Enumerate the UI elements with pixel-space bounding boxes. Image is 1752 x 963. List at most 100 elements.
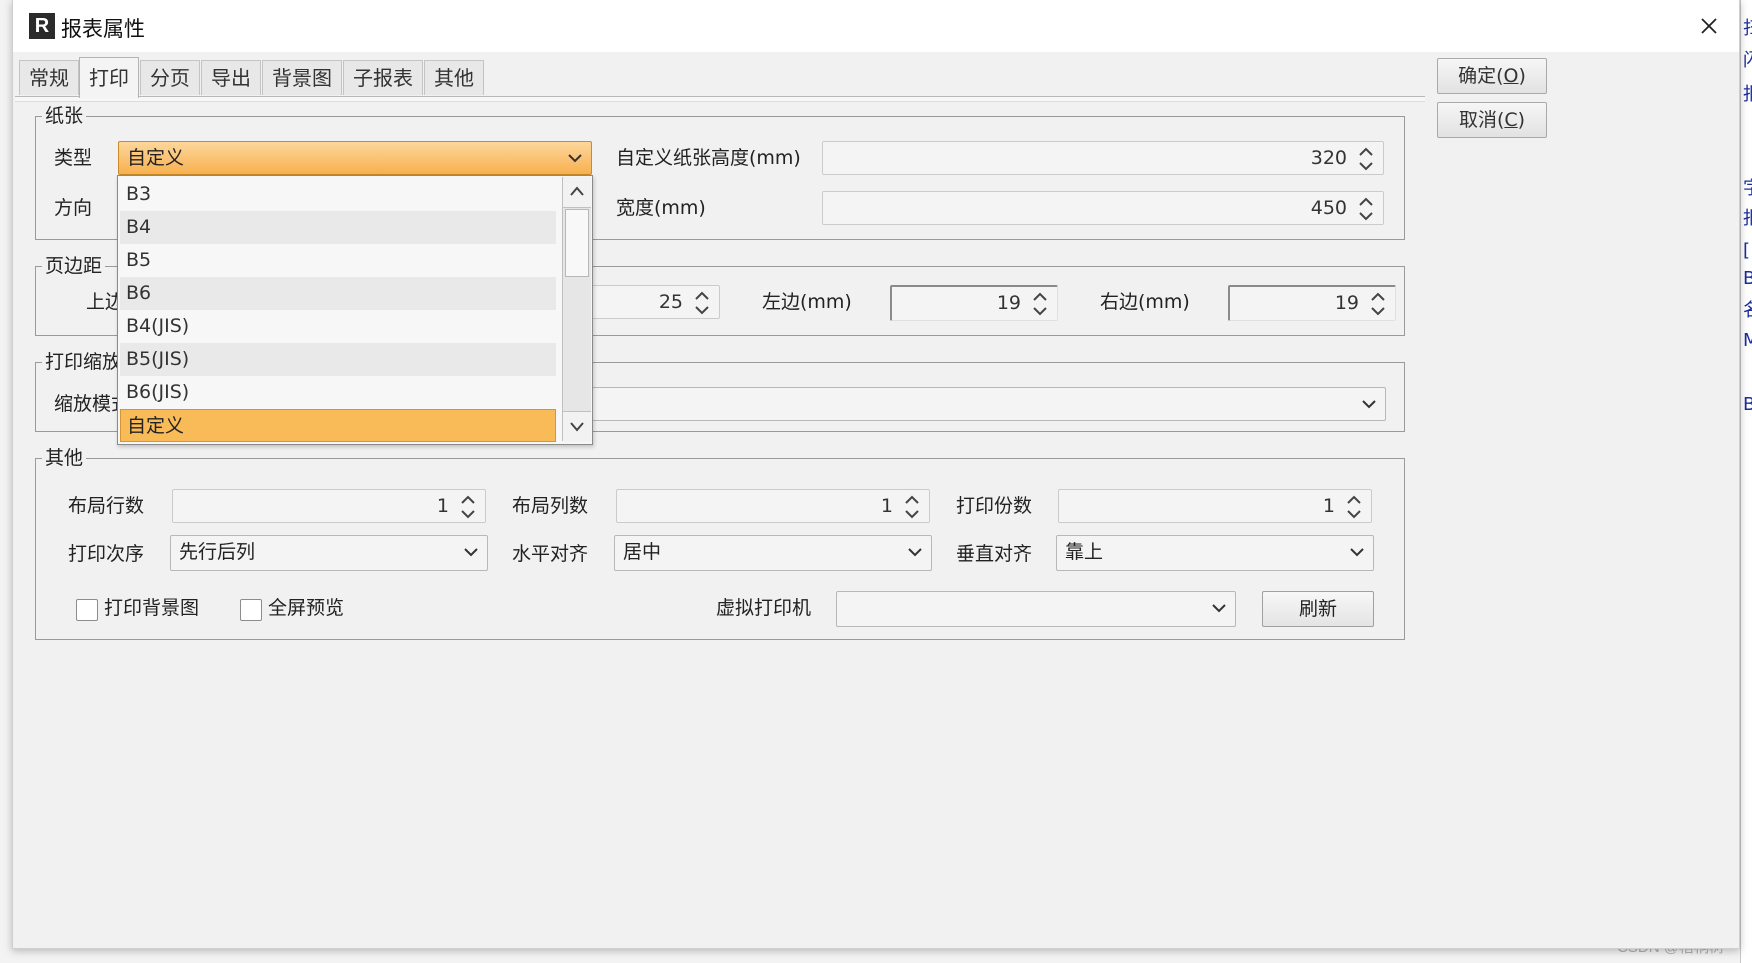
background-char: 扫	[1743, 20, 1752, 38]
spinner-arrows-icon[interactable]	[1355, 195, 1377, 223]
layout-cols-value: 1	[880, 495, 893, 517]
ok-label: 确定(	[1458, 65, 1504, 87]
layout-rows-spinner[interactable]: 1	[172, 489, 486, 523]
dropdown-option-custom[interactable]: 自定义	[120, 409, 556, 442]
cancel-label-tail: )	[1517, 109, 1526, 131]
dialog-title: 报表属性	[61, 17, 145, 41]
print-background-checkbox[interactable]	[76, 599, 98, 621]
spinner-arrows-icon[interactable]	[457, 493, 479, 521]
print-order-label: 打印次序	[68, 543, 145, 565]
paper-height-label: 自定义纸张高度(mm)	[616, 147, 801, 169]
chevron-down-icon	[464, 548, 478, 557]
background-char: 报	[1743, 86, 1752, 104]
scroll-thumb[interactable]	[565, 209, 589, 277]
fullscreen-preview-label: 全屏预览	[268, 597, 345, 619]
close-icon	[1701, 18, 1717, 34]
cancel-label: 取消(	[1458, 109, 1505, 131]
background-char: 闪	[1743, 52, 1752, 70]
right-margin-label: 右边(mm)	[1100, 291, 1190, 313]
scroll-up-button[interactable]	[563, 177, 591, 208]
scroll-down-button[interactable]	[563, 411, 591, 442]
background-char: 字	[1743, 180, 1752, 198]
other-group-title: 其他	[42, 446, 87, 470]
tab-paging[interactable]: 分页	[140, 60, 200, 95]
layout-cols-label: 布局列数	[512, 495, 589, 517]
print-order-select[interactable]: 先行后列	[170, 535, 488, 571]
horizontal-align-label: 水平对齐	[512, 543, 589, 565]
cancel-accelerator: C	[1504, 109, 1518, 131]
dropdown-option-b4-jis[interactable]: B4(JIS)	[120, 310, 556, 343]
vertical-align-label: 垂直对齐	[956, 543, 1033, 565]
app-icon: R	[29, 13, 55, 39]
scale-mode-select[interactable]	[476, 387, 1386, 421]
background-char: B	[1743, 268, 1752, 289]
paper-type-dropdown: B3 B4 B5 B6 B4(JIS) B5(JIS) B6(JIS) 自定义	[117, 175, 593, 445]
dropdown-option-b5[interactable]: B5	[120, 244, 556, 277]
chevron-down-icon	[908, 548, 922, 557]
vertical-align-select[interactable]: 靠上	[1056, 535, 1374, 571]
top-margin-value: 25	[658, 291, 683, 313]
tab-background[interactable]: 背景图	[262, 60, 342, 95]
paper-height-spinner[interactable]: 320	[822, 141, 1384, 175]
dropdown-option-b5-jis[interactable]: B5(JIS)	[120, 343, 556, 376]
horizontal-align-value: 居中	[623, 541, 662, 563]
chevron-down-icon	[1350, 548, 1364, 557]
print-order-value: 先行后列	[179, 541, 256, 563]
tab-export[interactable]: 导出	[201, 60, 261, 95]
copies-value: 1	[1322, 495, 1335, 517]
report-properties-dialog: R 报表属性 常规 打印 分页 导出 背景图 子报表 其他 确定(O) 取消(C…	[12, 0, 1740, 949]
ok-button[interactable]: 确定(O)	[1437, 58, 1547, 94]
dropdown-scrollbar[interactable]	[562, 177, 591, 442]
background-char: 报	[1743, 210, 1752, 228]
chevron-down-icon	[568, 154, 582, 163]
copies-label: 打印份数	[956, 495, 1033, 517]
background-char: B	[1743, 394, 1752, 415]
ok-label-tail: )	[1518, 65, 1526, 87]
chevron-down-icon	[1362, 400, 1376, 409]
ok-accelerator: O	[1503, 65, 1519, 87]
paper-type-value: 自定义	[127, 147, 185, 169]
refresh-button[interactable]: 刷新	[1262, 591, 1374, 627]
spinner-arrows-icon[interactable]	[901, 493, 923, 521]
title-bar[interactable]: R 报表属性	[13, 0, 1739, 52]
dropdown-option-b3[interactable]: B3	[120, 178, 556, 211]
chevron-up-icon	[570, 186, 584, 196]
paper-width-spinner[interactable]: 450	[822, 191, 1384, 225]
tab-subreport[interactable]: 子报表	[343, 60, 423, 95]
scale-group-title: 打印缩放	[42, 350, 125, 374]
layout-rows-label: 布局行数	[68, 495, 145, 517]
tab-general[interactable]: 常规	[19, 60, 79, 95]
left-margin-spinner[interactable]: 19	[890, 285, 1058, 321]
close-button[interactable]	[1693, 10, 1725, 42]
virtual-printer-select[interactable]	[836, 591, 1236, 627]
print-background-label: 打印背景图	[104, 597, 200, 619]
vertical-align-value: 靠上	[1065, 541, 1104, 563]
background-char: 名	[1743, 302, 1752, 320]
cancel-button[interactable]: 取消(C)	[1437, 102, 1547, 138]
paper-direction-label: 方向	[54, 197, 93, 219]
horizontal-align-select[interactable]: 居中	[614, 535, 932, 571]
tab-other[interactable]: 其他	[424, 60, 484, 95]
spinner-arrows-icon[interactable]	[1343, 493, 1365, 521]
dropdown-option-b6[interactable]: B6	[120, 277, 556, 310]
dropdown-option-b6-jis[interactable]: B6(JIS)	[120, 376, 556, 409]
chevron-down-icon	[1212, 604, 1226, 613]
tab-print[interactable]: 打印	[79, 57, 139, 98]
spinner-arrows-icon[interactable]	[691, 289, 713, 317]
paper-group-title: 纸张	[42, 104, 87, 128]
spinner-arrows-icon[interactable]	[1355, 145, 1377, 173]
spinner-arrows-icon[interactable]	[1029, 290, 1051, 318]
background-char: ML	[1743, 330, 1752, 351]
fullscreen-preview-checkbox[interactable]	[240, 599, 262, 621]
dropdown-option-b4[interactable]: B4	[120, 211, 556, 244]
right-margin-spinner[interactable]: 19	[1228, 285, 1396, 321]
paper-type-select[interactable]: 自定义	[118, 141, 592, 175]
chevron-down-icon	[570, 422, 584, 432]
paper-height-value: 320	[1310, 147, 1347, 169]
spinner-arrows-icon[interactable]	[1367, 290, 1389, 318]
layout-cols-spinner[interactable]: 1	[616, 489, 930, 523]
other-group: 其他 布局行数 1 布局列数 1 打印份数 1 打印次序 先行后列 水平对齐 居…	[35, 446, 1405, 640]
copies-spinner[interactable]: 1	[1058, 489, 1372, 523]
margins-group-title: 页边距	[42, 254, 106, 278]
left-margin-value: 19	[996, 292, 1021, 314]
